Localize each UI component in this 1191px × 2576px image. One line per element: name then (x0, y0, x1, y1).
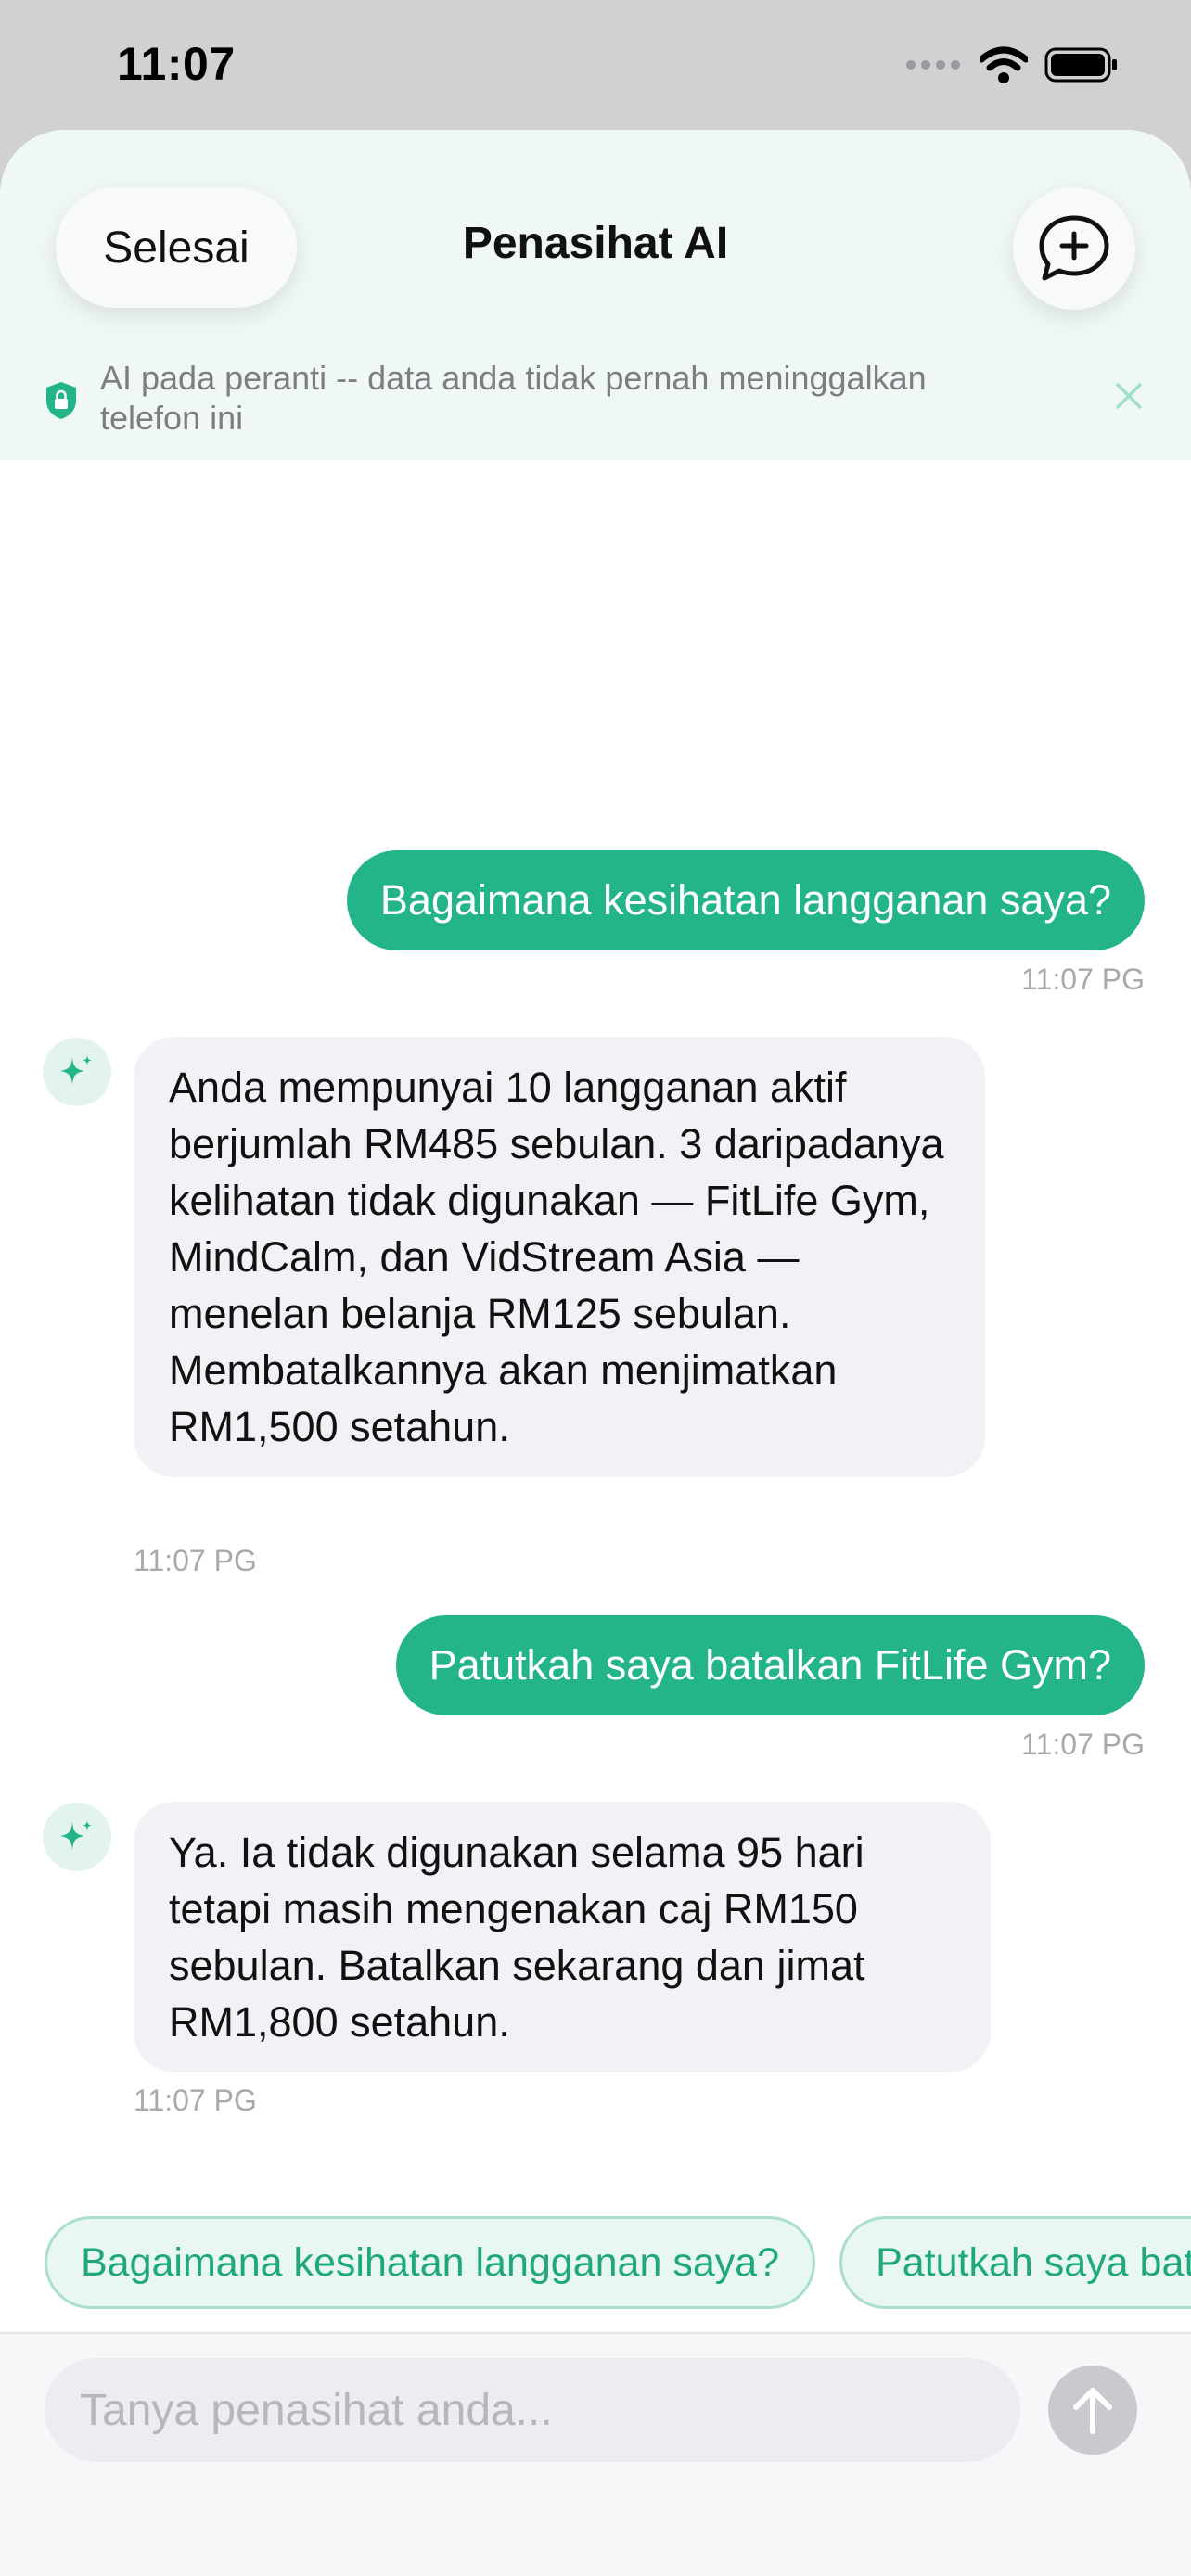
dismiss-banner-button[interactable] (1108, 375, 1150, 417)
lock-shield-icon (46, 382, 76, 419)
cellular-signal-icon (906, 60, 960, 70)
privacy-notice: AI pada peranti -- data anda tidak perna… (100, 359, 927, 437)
message-timestamp: 11:07 PG (1021, 1728, 1145, 1761)
sparkle-icon (60, 1820, 92, 1850)
message-timestamp: 11:07 PG (134, 2084, 257, 2117)
message-timestamp: 11:07 PG (1021, 963, 1145, 996)
advisor-sheet: Selesai Penasihat AI AI pada peranti -- … (0, 130, 1191, 2576)
sparkle-icon (60, 1055, 92, 1085)
user-message-bubble: Patutkah saya batalkan FitLife Gym? (395, 1615, 1145, 1715)
status-bar: 11:07 (0, 0, 1191, 130)
send-button[interactable] (1048, 2366, 1137, 2455)
battery-icon (1044, 47, 1117, 83)
plus-bubble-icon (1039, 215, 1109, 281)
close-icon (1116, 383, 1142, 409)
message-timestamp: 11:07 PG (134, 1544, 257, 1577)
ai-avatar (43, 1803, 111, 1871)
sheet-header: Selesai Penasihat AI AI pada peranti -- … (0, 130, 1191, 460)
status-icons (905, 46, 1119, 83)
suggestion-chip[interactable]: Bagaimana kesihatan langganan saya? (45, 2216, 816, 2309)
composer-bar: Tanya penasihat anda... (0, 2332, 1191, 2576)
status-time: 11:07 (117, 38, 236, 90)
message-input[interactable]: Tanya penasihat anda... (45, 2358, 1020, 2462)
suggestion-chips: Bagaimana kesihatan langganan saya? Patu… (45, 2216, 1191, 2309)
arrow-up-icon (1073, 2388, 1112, 2434)
ai-avatar (43, 1038, 111, 1106)
wifi-icon (980, 46, 1028, 83)
suggestion-chip[interactable]: Patutkah saya batalkan FitLife Gym? (839, 2216, 1191, 2309)
ai-message-bubble: Ya. Ia tidak digunakan selama 95 hari te… (134, 1802, 991, 2072)
ai-message-bubble: Anda mempunyai 10 langganan aktif berjum… (134, 1037, 985, 1477)
user-message-bubble: Bagaimana kesihatan langganan saya? (346, 850, 1145, 950)
new-chat-button[interactable] (1013, 187, 1135, 310)
